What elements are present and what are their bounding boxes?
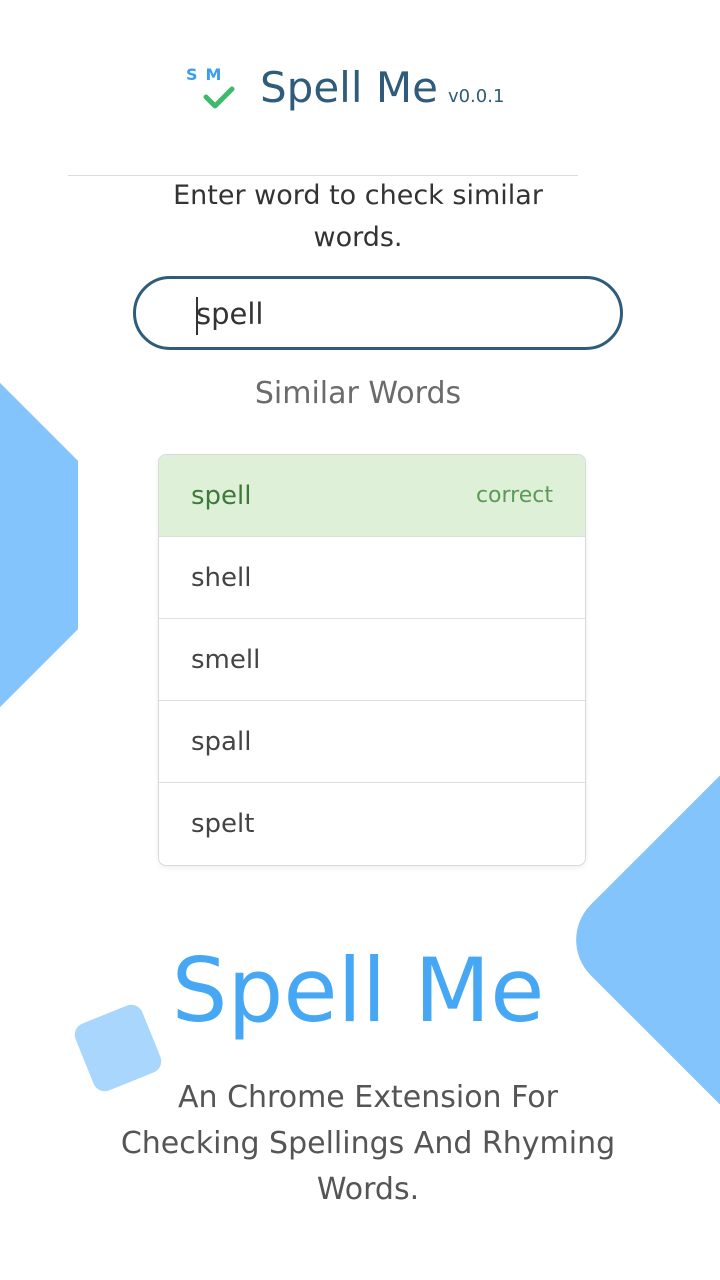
list-item-word: spall (191, 726, 252, 757)
list-item-word: spell (191, 480, 252, 511)
similar-words-heading: Similar Words (254, 376, 462, 411)
app-logo: SM (180, 61, 240, 115)
app-title: Spell Me (260, 63, 438, 112)
app-header: SM Spell Me v0.0.1 (180, 58, 504, 118)
search-input[interactable] (196, 291, 596, 337)
list-item[interactable]: spall (159, 701, 585, 783)
list-item-word: shell (191, 562, 252, 593)
text-caret (196, 297, 198, 335)
list-item[interactable]: smell (159, 619, 585, 701)
search-prompt: Enter word to check similar words. (173, 180, 543, 253)
list-item-word: smell (191, 644, 261, 675)
promo-title: Spell Me (171, 939, 545, 1042)
checkmark-icon (203, 86, 235, 109)
list-item[interactable]: spell correct (159, 455, 585, 537)
promo-description: An Chrome Extension For Checking Spellin… (120, 1080, 616, 1207)
list-item-word: spelt (191, 809, 255, 839)
app-version: v0.0.1 (447, 85, 505, 107)
list-item[interactable]: shell (159, 537, 585, 619)
search-field[interactable] (133, 276, 623, 350)
list-item[interactable]: spelt (159, 783, 585, 865)
correct-badge: correct (475, 483, 553, 508)
similar-words-list: spell correct shell smell spall spelt (158, 454, 586, 866)
logo-letters: SM (186, 65, 230, 84)
